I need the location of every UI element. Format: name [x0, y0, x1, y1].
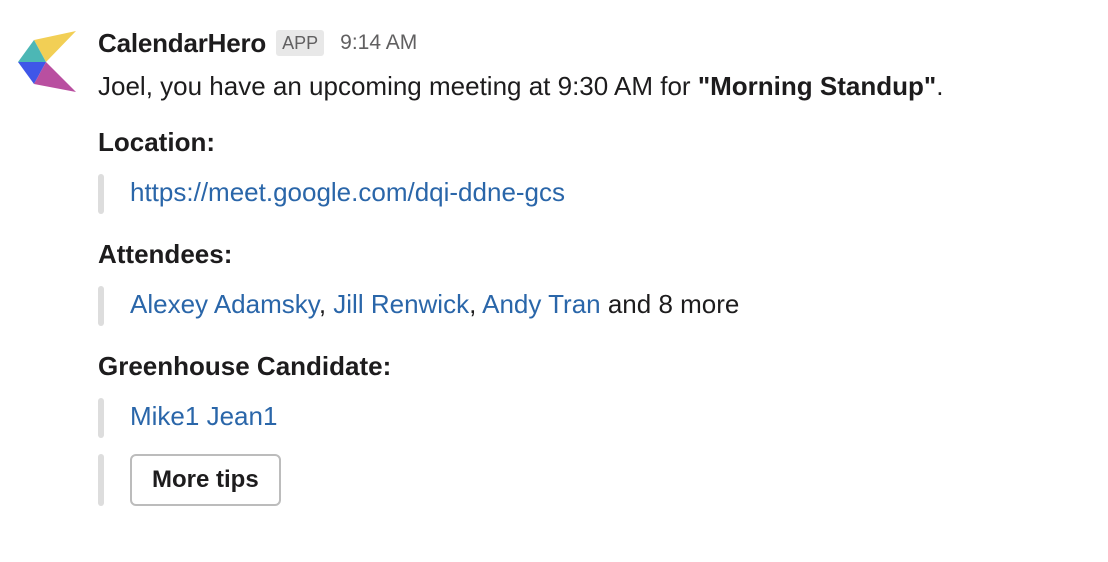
location-label: Location:: [98, 127, 215, 157]
attendees-quote: Alexey Adamsky, Jill Renwick, Andy Tran …: [98, 286, 1088, 326]
message-prefix: Joel, you have an upcoming meeting at 9:…: [98, 71, 698, 101]
candidate-link[interactable]: Mike1 Jean1: [130, 401, 277, 431]
attendee-link[interactable]: Jill Renwick: [333, 289, 469, 319]
avatar[interactable]: [16, 26, 80, 98]
location-quote: https://meet.google.com/dqi-ddne-gcs: [98, 174, 1088, 214]
message-suffix: .: [936, 71, 944, 101]
candidate-label: Greenhouse Candidate:: [98, 351, 392, 381]
location-link[interactable]: https://meet.google.com/dqi-ddne-gcs: [130, 177, 565, 207]
attendee-link[interactable]: Andy Tran: [482, 289, 601, 319]
actions-quote: More tips: [98, 454, 1088, 506]
attendee-separator: ,: [318, 289, 334, 319]
sender-name[interactable]: CalendarHero: [98, 28, 266, 59]
attendees-more: and 8 more: [600, 289, 740, 319]
app-badge: APP: [276, 30, 325, 56]
message-text: Joel, you have an upcoming meeting at 9:…: [98, 68, 1088, 104]
attendees-label: Attendees:: [98, 239, 233, 269]
timestamp[interactable]: 9:14 AM: [340, 31, 417, 55]
message-body: CalendarHero APP 9:14 AM Joel, you have …: [98, 26, 1088, 506]
meeting-title: "Morning Standup": [697, 71, 937, 101]
candidate-quote: Mike1 Jean1: [98, 398, 1088, 438]
more-tips-button[interactable]: More tips: [130, 454, 281, 506]
attendee-separator: ,: [469, 289, 483, 319]
message-header: CalendarHero APP 9:14 AM: [98, 26, 1088, 60]
attendee-link[interactable]: Alexey Adamsky: [130, 289, 319, 319]
calendarhero-logo-icon: [18, 31, 76, 92]
